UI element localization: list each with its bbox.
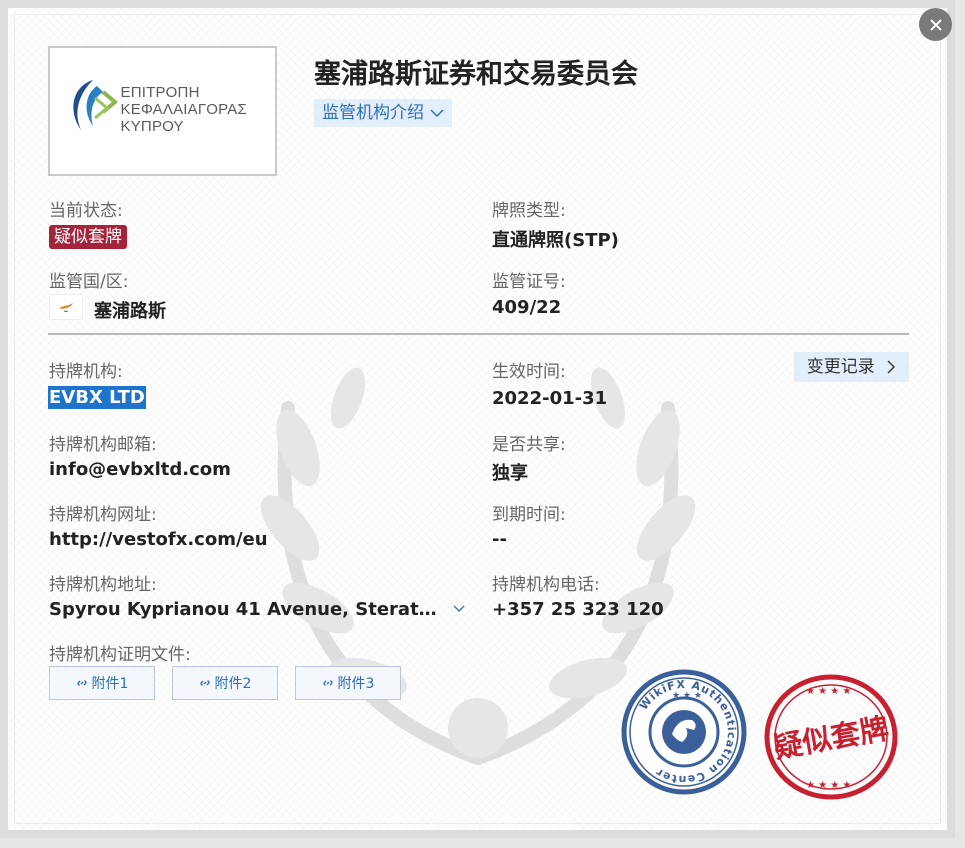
logo-line-2: ΚΕΦΑΛΑΙΑΓΟΡΑΣ bbox=[120, 101, 247, 118]
cyprus-map-icon bbox=[59, 303, 73, 313]
logo-line-3: ΚΥΠΡΟΥ bbox=[120, 118, 184, 135]
change-log-label: 变更记录 bbox=[806, 357, 875, 377]
section-divider bbox=[48, 333, 909, 335]
address-label: 持牌机构地址: bbox=[49, 575, 157, 595]
attachment-label: 附件2 bbox=[214, 676, 252, 692]
svg-text:★ ★ ★ ★: ★ ★ ★ ★ bbox=[806, 780, 851, 791]
website-label: 持牌机构网址: bbox=[49, 505, 157, 525]
status-badge: 疑似套牌 bbox=[49, 225, 127, 249]
chevron-down-icon bbox=[430, 109, 444, 118]
close-icon bbox=[929, 18, 942, 31]
regulator-logo-text: ΕΠΙΤΡΟΠΗ ΚΕΦΑΛΑΙΑΓΟΡΑΣ ΚΥΠΡΟΥ bbox=[121, 84, 247, 135]
link-icon bbox=[76, 680, 87, 686]
chevron-right-icon bbox=[887, 360, 896, 374]
email-label: 持牌机构邮箱: bbox=[49, 435, 157, 455]
cyprus-flag-icon bbox=[49, 294, 83, 320]
stamp-text: 疑似套牌 bbox=[771, 711, 891, 765]
change-log-button[interactable]: 变更记录 bbox=[794, 352, 909, 382]
attachment-label: 附件3 bbox=[337, 676, 375, 692]
holder-label: 持牌机构: bbox=[49, 362, 123, 382]
expiry-value: -- bbox=[492, 529, 507, 550]
regulator-intro-toggle[interactable]: 监管机构介绍 bbox=[314, 99, 453, 127]
attachment-button-1[interactable]: 附件1 bbox=[49, 666, 155, 700]
phone-value: +357 25 323 120 bbox=[492, 599, 664, 620]
license-no-label: 监管证号: bbox=[492, 272, 566, 292]
logo-line-1: ΕΠΙΤΡΟΠΗ bbox=[120, 84, 200, 101]
region-value: 塞浦路斯 bbox=[94, 301, 166, 322]
close-button[interactable] bbox=[919, 8, 952, 41]
regulator-logo-emblem bbox=[72, 80, 118, 130]
expiry-label: 到期时间: bbox=[492, 505, 566, 525]
effective-date-label: 生效时间: bbox=[492, 362, 566, 382]
holder-value[interactable]: EVBX LTD bbox=[48, 386, 146, 409]
shared-value: 独享 bbox=[492, 463, 528, 484]
regulator-intro-label: 监管机构介绍 bbox=[322, 103, 424, 123]
attachment-label: 附件1 bbox=[91, 676, 129, 692]
suspected-clone-stamp: ★ ★ ★ ★ ★ ★ ★ ★ 疑似套牌 bbox=[764, 674, 898, 800]
documents-label: 持牌机构证明文件: bbox=[49, 645, 191, 665]
website-value: http://vestofx.com/eu bbox=[49, 529, 268, 550]
svg-text:★ ★ ★ ★: ★ ★ ★ ★ bbox=[806, 686, 851, 697]
wikifx-authentication-seal: WikiFX Authentication Center ★ ★ ★ bbox=[621, 669, 747, 795]
address-value: Spyrou Kyprianou 41 Avenue, Steratzias C… bbox=[49, 599, 437, 620]
email-value: info@evbxltd.com bbox=[49, 459, 231, 480]
regulator-title: 塞浦路斯证券和交易委员会 bbox=[314, 59, 638, 90]
status-label: 当前状态: bbox=[49, 201, 123, 221]
phone-label: 持牌机构电话: bbox=[492, 575, 600, 595]
svg-text:★ ★ ★: ★ ★ ★ bbox=[672, 691, 702, 701]
attachment-button-3[interactable]: 附件3 bbox=[295, 666, 401, 700]
link-icon bbox=[322, 680, 333, 686]
chevron-down-icon[interactable] bbox=[452, 602, 466, 616]
link-icon bbox=[199, 680, 210, 686]
region-label: 监管国/区: bbox=[49, 272, 129, 292]
regulator-logo: ΕΠΙΤΡΟΠΗ ΚΕΦΑΛΑΙΑΓΟΡΑΣ ΚΥΠΡΟΥ bbox=[48, 46, 277, 176]
license-no-value: 409/22 bbox=[492, 297, 562, 318]
shared-label: 是否共享: bbox=[492, 435, 566, 455]
attachment-button-2[interactable]: 附件2 bbox=[172, 666, 278, 700]
license-type-label: 牌照类型: bbox=[492, 201, 566, 221]
license-card: ΕΠΙΤΡΟΠΗ ΚΕΦΑΛΑΙΑΓΟΡΑΣ ΚΥΠΡΟΥ 塞浦路斯证券和交易委… bbox=[0, 0, 955, 838]
effective-date-value: 2022-01-31 bbox=[492, 388, 608, 409]
license-type-value: 直通牌照(STP) bbox=[492, 230, 619, 251]
